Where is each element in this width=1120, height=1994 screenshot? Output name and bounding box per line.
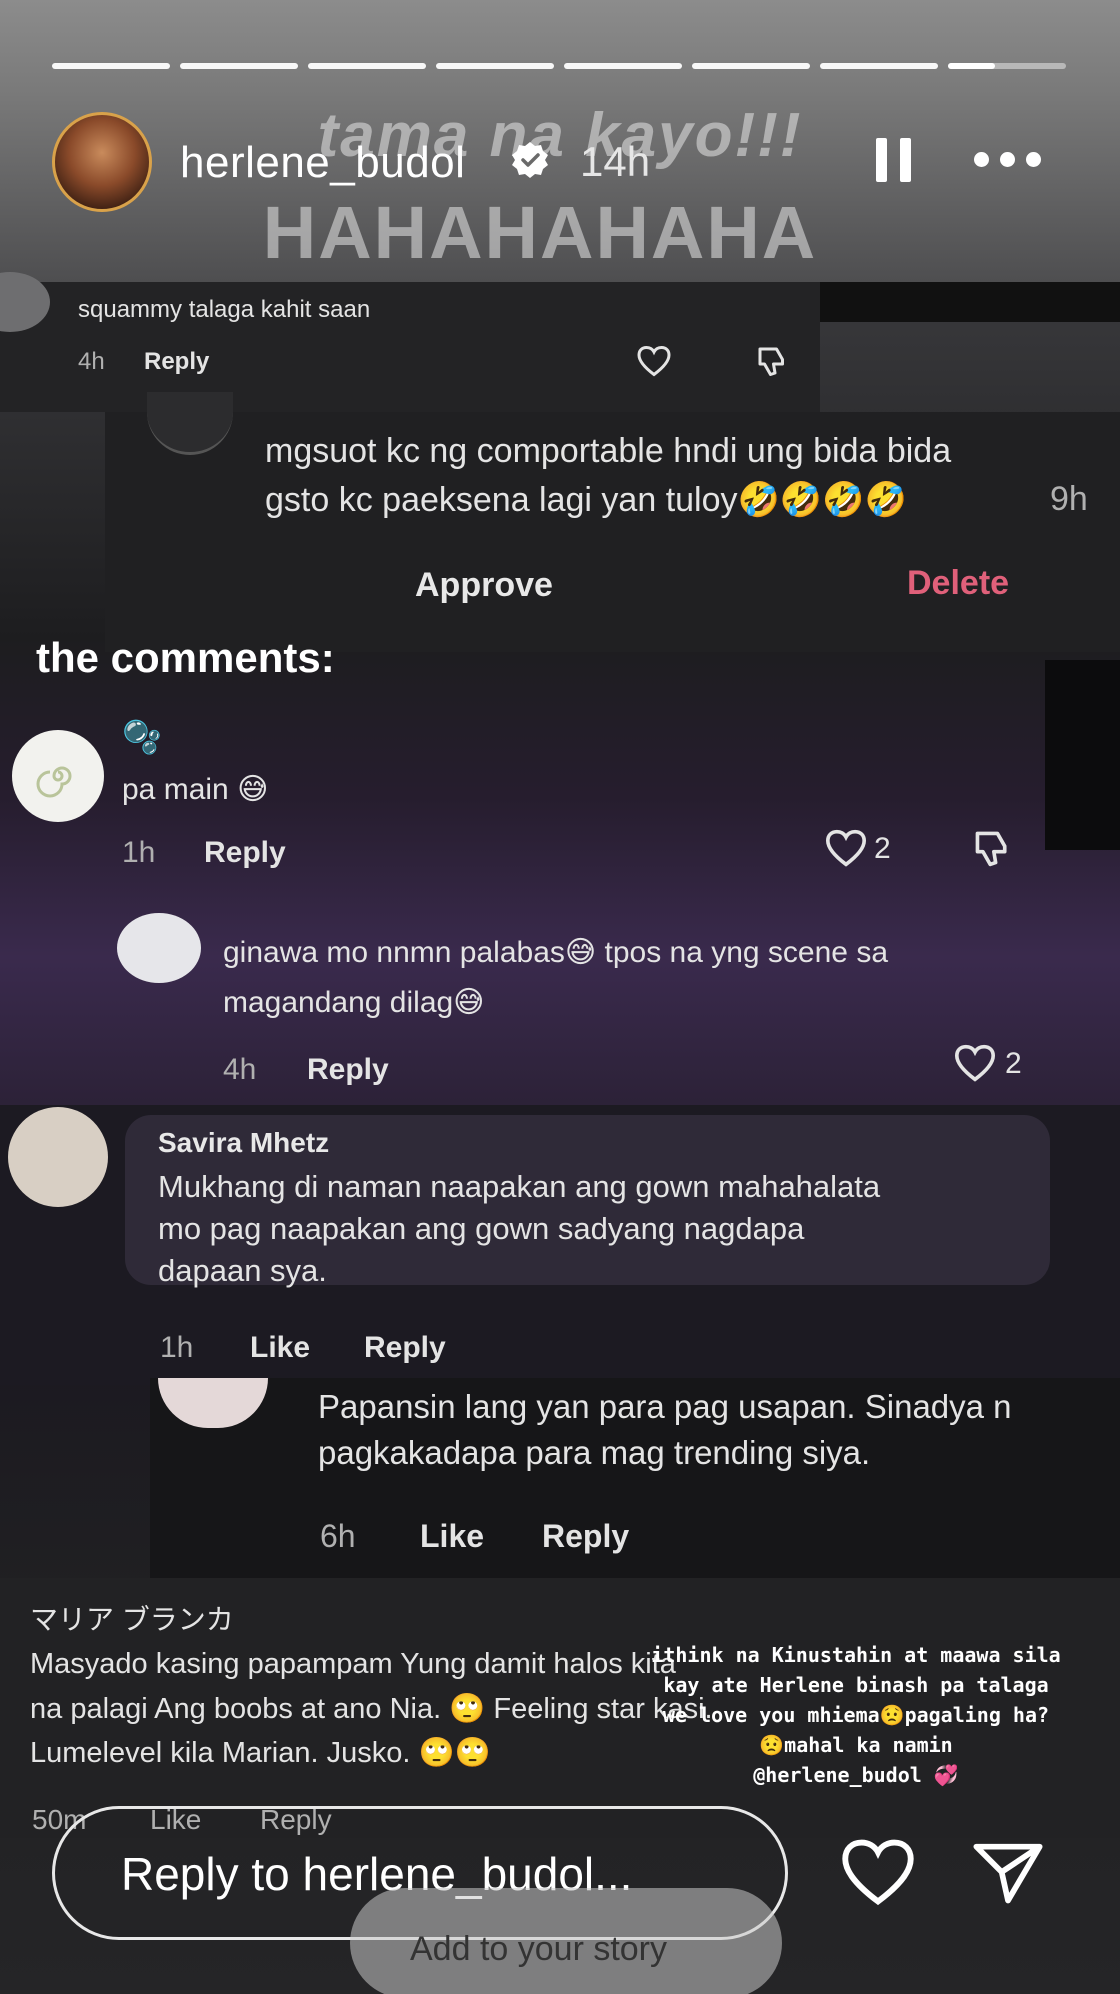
comment-text-line2: mo pag naapakan ang gown sadyang nagdapa [158, 1211, 805, 1246]
divider [1045, 660, 1120, 850]
comment-text-line1: Mukhang di naman naapakan ang gown mahah… [158, 1169, 881, 1204]
progress-segment [820, 63, 938, 69]
story-time: 14h [580, 138, 651, 185]
comment-text-line3: dapaan sya. [158, 1253, 327, 1288]
like-button[interactable]: Like [250, 1331, 310, 1365]
comment-time: 4h [78, 348, 105, 375]
comment-text-line1: Papansin lang yan para pag usapan. Sinad… [318, 1388, 1012, 1425]
comment-screenshot-3: 🫧 pa main 😅 1h Reply 2 [0, 660, 1045, 910]
reply-button[interactable]: Reply [364, 1331, 446, 1365]
comment-text-line2: pagkakadapa para mag trending siya. [318, 1434, 871, 1471]
progress-segment [436, 63, 554, 69]
caption-line: kay ate Herlene binash pa talaga [663, 1673, 1049, 1697]
comment-time: 6h [320, 1518, 356, 1554]
progress-segment [692, 63, 810, 69]
comment-avatar [8, 1107, 108, 1207]
commenter-name[interactable]: Savira Mhetz [158, 1127, 329, 1159]
delete-button[interactable]: Delete [907, 564, 1009, 603]
commenter-name[interactable]: マリア ブランカ [30, 1598, 234, 1638]
more-options-icon[interactable] [974, 152, 1044, 168]
heart-icon[interactable] [953, 1043, 997, 1083]
progress-segment [52, 63, 170, 69]
verified-badge-icon [512, 142, 548, 178]
story-caption: ithink na Kinustahin at maawa sila kay a… [596, 1640, 1116, 1790]
like-button[interactable]: Like [420, 1518, 484, 1555]
commenter-name: 🫧 [122, 719, 162, 755]
comment-screenshot-6: Papansin lang yan para pag usapan. Sinad… [150, 1378, 1120, 1578]
story-username[interactable]: herlene_budol [180, 138, 465, 188]
comment-avatar [117, 913, 201, 983]
overlay-text-line2: HAHAHAHAHA [262, 191, 818, 274]
progress-segment-current [948, 63, 1066, 69]
heart-icon[interactable] [824, 828, 868, 868]
pause-icon[interactable] [876, 138, 912, 182]
comment-screenshot-2: mgsuot kc ng comportable hndi ung bida b… [105, 392, 1120, 652]
comment-text-line1: mgsuot kc ng comportable hndi ung bida b… [265, 432, 952, 470]
avatar[interactable] [52, 112, 152, 212]
progress-segment [308, 63, 426, 69]
heart-icon[interactable] [838, 1836, 918, 1908]
reply-button[interactable]: Reply [307, 1053, 389, 1087]
comment-time: 9h [1050, 480, 1088, 518]
comment-text: pa main 😅 [122, 773, 269, 806]
comment-screenshot-1: squammy talaga kahit saan 4h Reply [0, 272, 820, 412]
progress-segment [564, 63, 682, 69]
comment-text-line2: gsto kc paeksena lagi yan tuloy🤣🤣🤣🤣 [265, 481, 907, 519]
divider [820, 282, 1120, 322]
comment-avatar [12, 730, 104, 822]
reply-button[interactable]: Reply [542, 1518, 629, 1555]
comment-text-line1: ginawa mo nnmn palabas😅 tpos na yng scen… [223, 936, 889, 969]
reply-button[interactable]: Reply [144, 348, 209, 376]
comment-text-line1: Masyado kasing papampam Yung damit halos… [30, 1648, 676, 1680]
dislike-icon[interactable] [754, 344, 790, 378]
comment-time: 1h [160, 1331, 194, 1364]
add-to-story-label: Add to your story [410, 1930, 668, 1968]
send-icon[interactable] [970, 1836, 1046, 1908]
progress-fill [948, 63, 996, 69]
approve-button[interactable]: Approve [415, 566, 553, 605]
comment-text-line3: Lumelevel kila Marian. Jusko. 🙄🙄 [30, 1737, 491, 1769]
caption-line: we love you mhiema😟pagaling ha? [662, 1703, 1050, 1727]
comment-avatar [147, 392, 233, 455]
caption-line: ithink na Kinustahin at maawa sila [651, 1643, 1061, 1667]
comment-text-line2: magandang dilag😅 [223, 986, 485, 1019]
comment-time: 1h [122, 836, 156, 869]
add-to-story-button[interactable]: Add to your story [350, 1888, 782, 1994]
caption-mention[interactable]: @herlene_budol 💞 [596, 1760, 1116, 1790]
comment-time: 4h [223, 1053, 257, 1086]
story-viewer: tama na kayo!!! HAHAHAHAHA herlene_budol… [0, 0, 1120, 1994]
comment-screenshot-4: ginawa mo nnmn palabas😅 tpos na yng scen… [75, 905, 1120, 1105]
reply-button[interactable]: Reply [204, 836, 286, 870]
like-count: 2 [874, 832, 891, 865]
comment-avatar [158, 1378, 268, 1428]
comment-text: squammy talaga kahit saan [78, 296, 371, 323]
dislike-icon[interactable] [970, 828, 1014, 868]
like-count: 2 [1005, 1047, 1022, 1080]
caption-line: 😟mahal ka namin [759, 1733, 953, 1757]
progress-segment [180, 63, 298, 69]
heart-icon[interactable] [636, 344, 672, 378]
comment-screenshot-5: Savira Mhetz Mukhang di naman naapakan a… [0, 1105, 1120, 1385]
